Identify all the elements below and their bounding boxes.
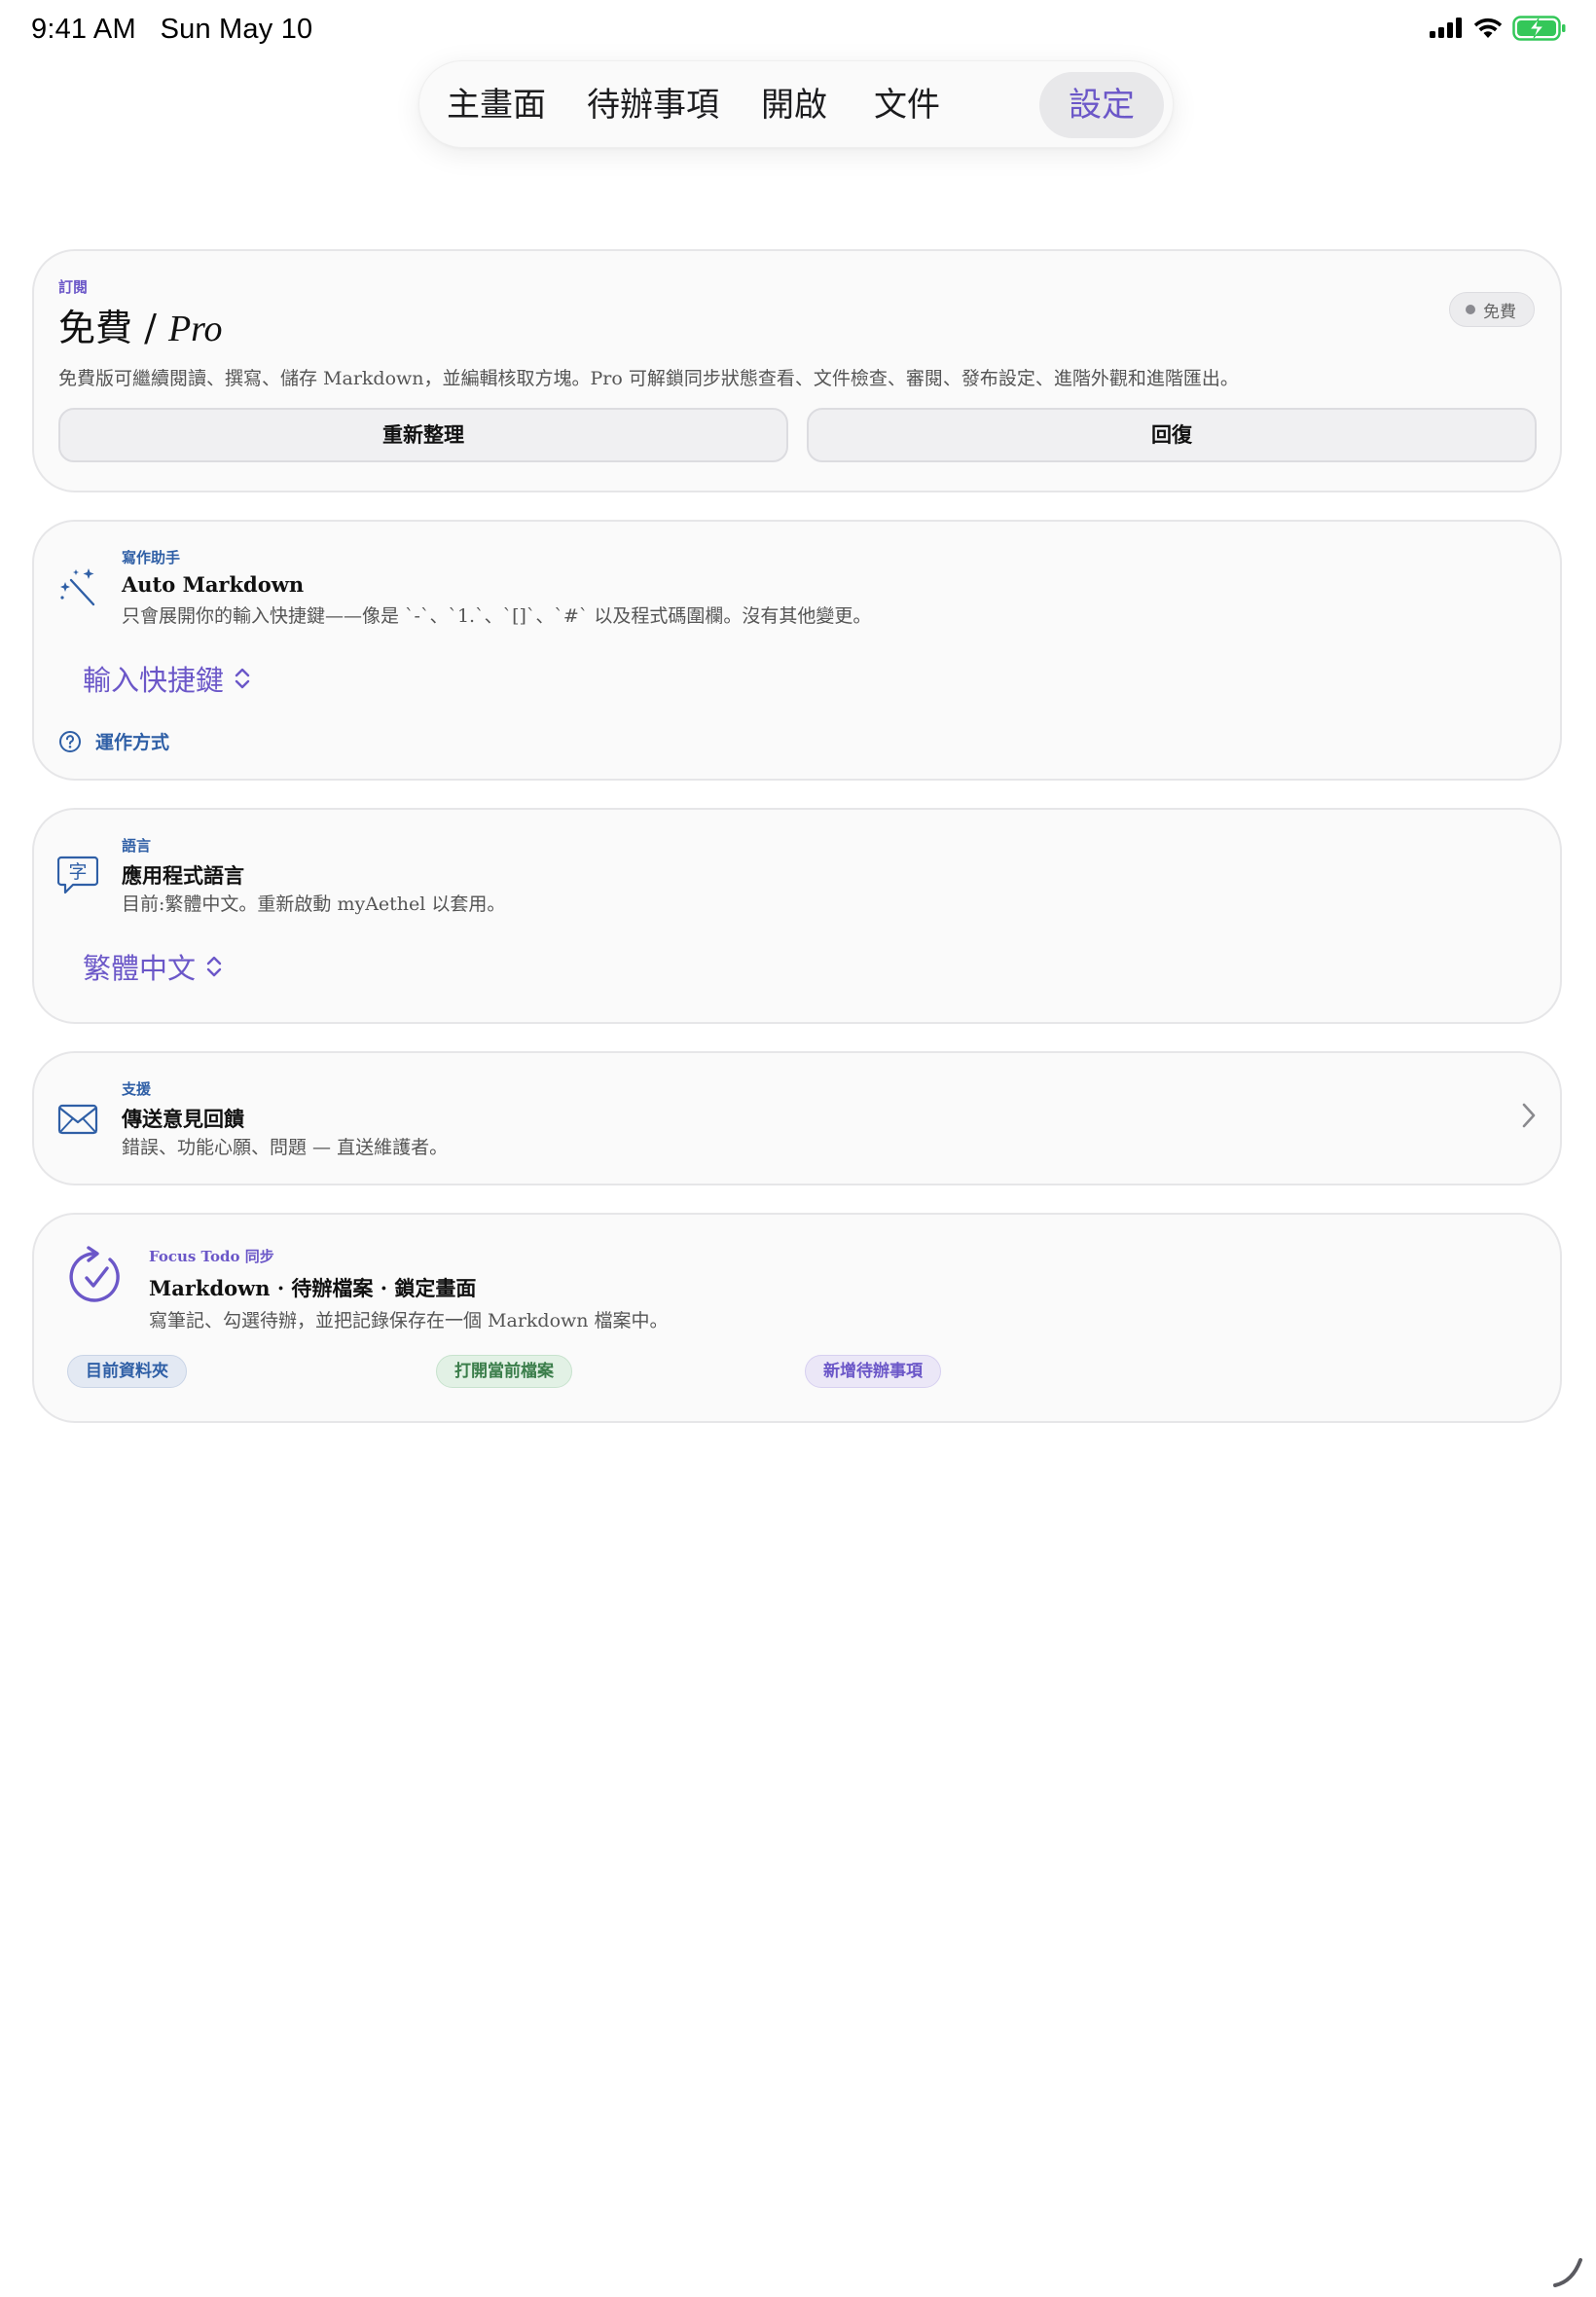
tab-todos[interactable]: 待辦事項 [575, 72, 731, 138]
language-card: 字 語言 應用程式語言 目前:繁體中文。重新啟動 myAethel 以套用。 繁… [32, 808, 1562, 1024]
language-icon-glyph: 字 [68, 861, 87, 883]
writing-assistant-title: Auto Markdown [122, 572, 305, 597]
envelope-icon [57, 1104, 98, 1135]
status-indicators [1429, 16, 1567, 41]
subscription-card: 訂閱 免費 / Pro 免費 免費版可繼續閱讀、撰寫、儲存 Markdown，並… [32, 249, 1562, 492]
subscription-title: 免費 / Pro [58, 298, 223, 351]
language-picker-label: 繁體中文 [83, 952, 197, 985]
tab-settings[interactable]: 設定 [1039, 72, 1164, 138]
status-time: 9:41 AM Sun May 10 [31, 14, 312, 46]
battery-charging-icon [1512, 16, 1566, 41]
focus-todo-card: Focus Todo 同步 Markdown · 待辦檔案 · 鎖定畫面 寫筆記… [32, 1213, 1562, 1423]
how-it-works-link[interactable]: 運作方式 [58, 728, 169, 754]
status-clock: 9:41 AM [31, 14, 136, 45]
plan-status-badge: 免費 [1449, 292, 1535, 327]
writing-assistant-card: 寫作助手 Auto Markdown 只會展開你的輸入快捷鍵——像是 `-`、`… [32, 520, 1562, 781]
open-current-file-pill[interactable]: 打開當前檔案 [436, 1355, 572, 1388]
chevron-up-down-icon [206, 956, 222, 977]
current-folder-pill[interactable]: 目前資料夾 [67, 1355, 187, 1388]
input-shortcuts-picker-label: 輸入快捷鍵 [83, 664, 225, 697]
subscription-eyebrow: 訂閱 [58, 278, 89, 296]
focus-todo-eyebrow: Focus Todo 同步 [149, 1248, 274, 1265]
support-description: 錯誤、功能心願、問題 — 直送維護者。 [122, 1137, 449, 1158]
language-eyebrow: 語言 [122, 837, 152, 855]
subscription-title-main: 免費 / [58, 307, 168, 349]
cellular-signal-icon [1430, 18, 1462, 38]
support-eyebrow: 支援 [122, 1080, 152, 1098]
sync-checkmark-icon [69, 1246, 120, 1302]
magic-wand-icon [60, 568, 95, 606]
language-picker[interactable]: 繁體中文 [83, 946, 223, 987]
language-character-icon: 字 [57, 856, 98, 894]
restore-button[interactable]: 回復 [807, 408, 1537, 462]
writing-assistant-description: 只會展開你的輸入快捷鍵——像是 `-`、`1.`、`[]`、`#` 以及程式碼圍… [122, 605, 872, 627]
question-circle-icon [59, 730, 81, 752]
how-it-works-label: 運作方式 [95, 732, 170, 753]
scribble-indicator-icon [1553, 2258, 1582, 2287]
language-description: 目前:繁體中文。重新啟動 myAethel 以套用。 [122, 893, 506, 915]
refresh-button[interactable]: 重新整理 [58, 408, 788, 462]
chevron-right-icon [1522, 1103, 1536, 1128]
subscription-title-pro: Pro [167, 309, 223, 349]
focus-todo-description: 寫筆記、勾選待辦，並把記錄保存在一個 Markdown 檔案中。 [149, 1310, 669, 1331]
send-feedback-row[interactable]: 支援 傳送意見回饋 錯誤、功能心願、問題 — 直送維護者。 [32, 1051, 1562, 1185]
writing-assistant-eyebrow: 寫作助手 [122, 549, 181, 566]
status-bar: 9:41 AM Sun May 10 [0, 0, 1596, 58]
tab-home[interactable]: 主畫面 [437, 72, 556, 138]
focus-todo-title: Markdown · 待辦檔案 · 鎖定畫面 [149, 1276, 477, 1300]
support-title: 傳送意見回饋 [122, 1107, 244, 1131]
add-todo-pill[interactable]: 新增待辦事項 [805, 1355, 941, 1388]
chevron-up-down-icon [235, 668, 250, 689]
status-date: Sun May 10 [160, 14, 313, 45]
input-shortcuts-picker[interactable]: 輸入快捷鍵 [83, 658, 251, 699]
tab-open[interactable]: 開啟 [747, 72, 841, 138]
tab-documents[interactable]: 文件 [860, 72, 954, 138]
language-title: 應用程式語言 [122, 863, 244, 888]
wifi-icon [1473, 18, 1503, 38]
status-dot-icon [1466, 305, 1475, 314]
top-tab-bar: 主畫面 待辦事項 開啟 文件 設定 [418, 60, 1174, 148]
subscription-description: 免費版可繼續閱讀、撰寫、儲存 Markdown，並編輯核取方塊。Pro 可解鎖同… [58, 368, 1239, 389]
plan-status-label: 免費 [1483, 302, 1516, 322]
